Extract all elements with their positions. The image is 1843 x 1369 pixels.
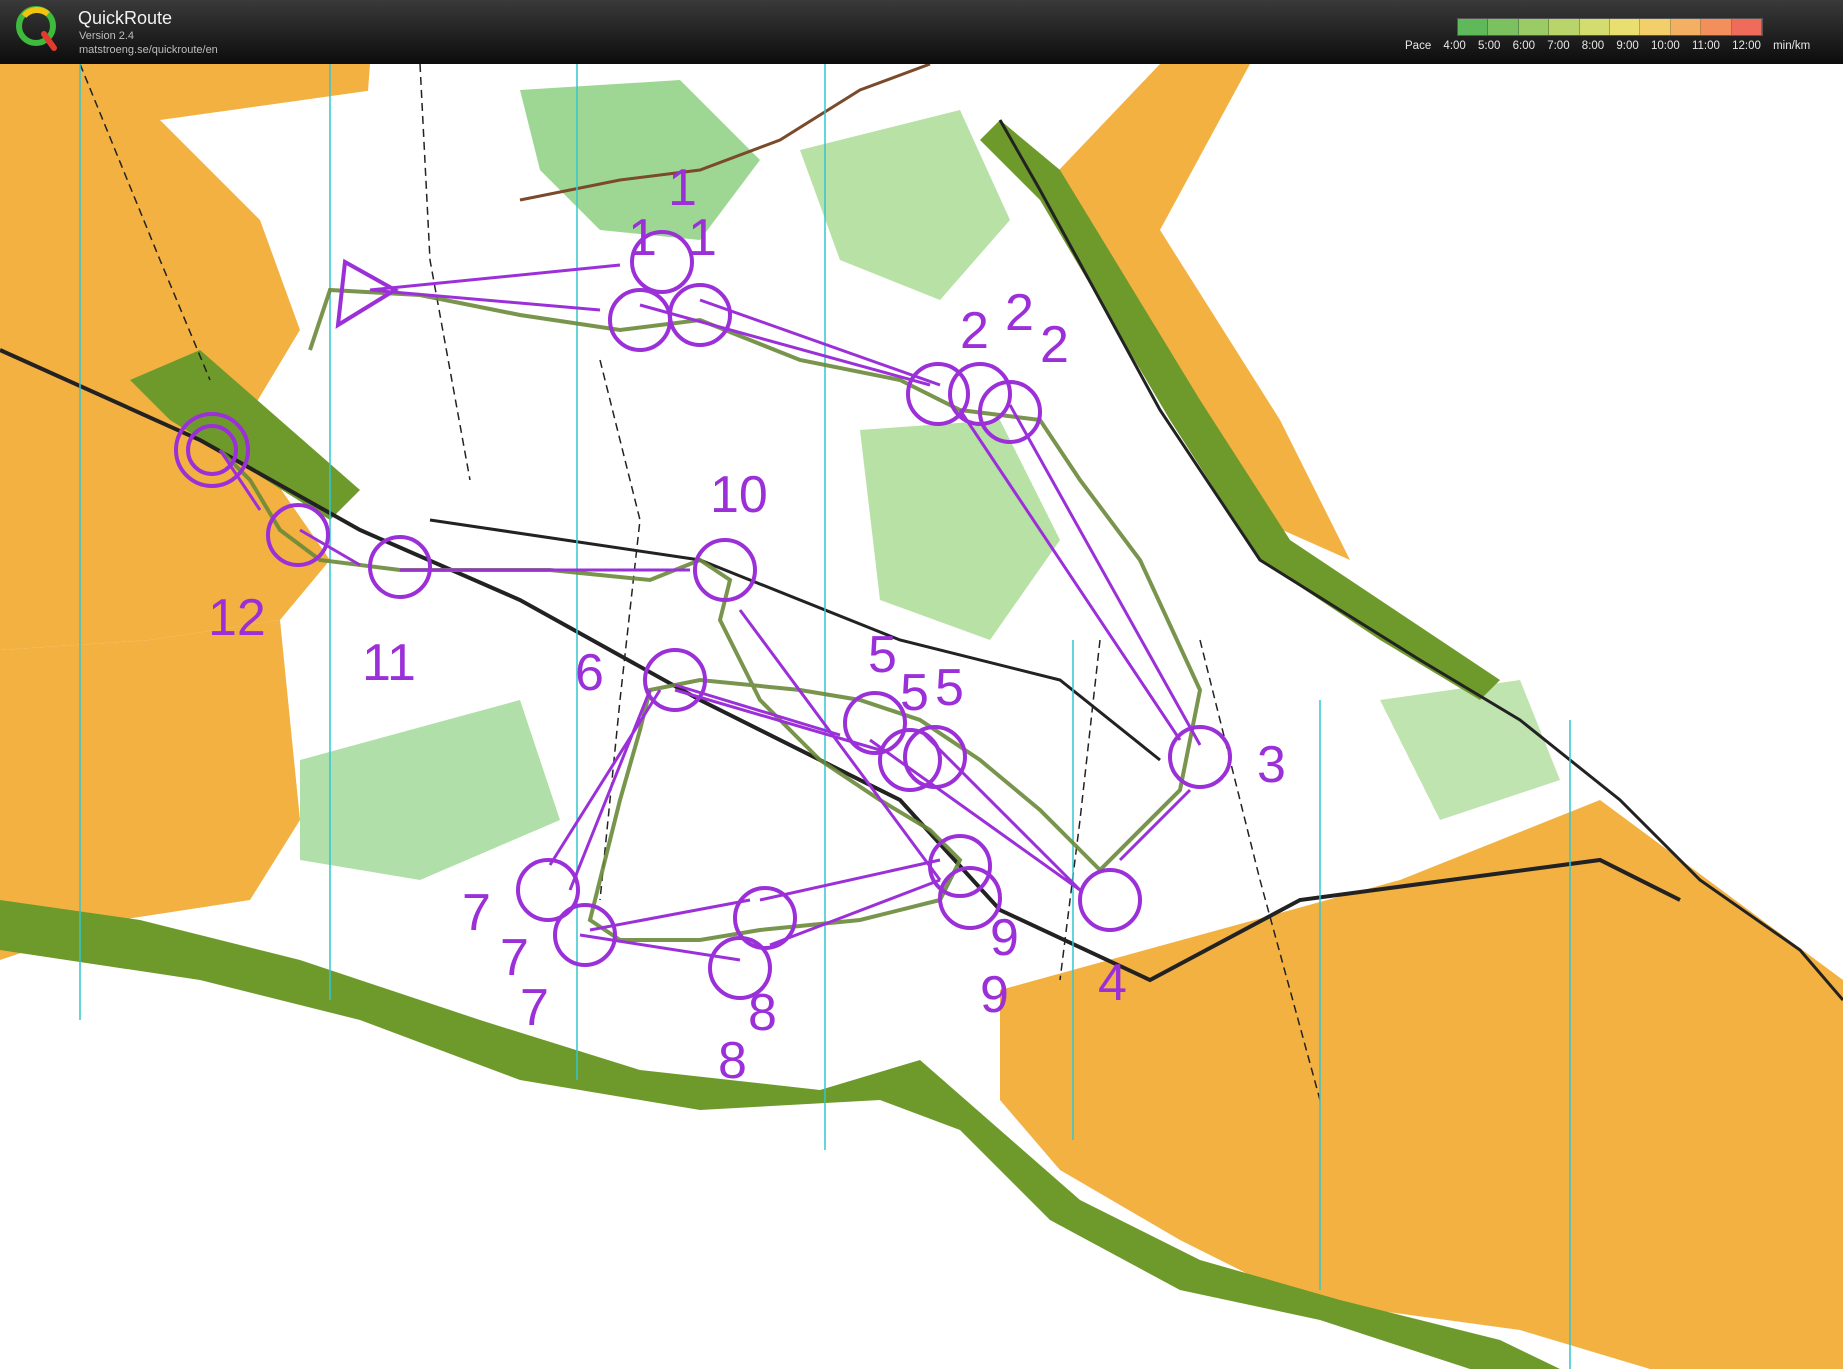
pace-color-swatch	[1610, 19, 1641, 35]
pace-color-swatch	[1731, 19, 1763, 35]
pace-color-swatch	[1488, 19, 1519, 35]
control-number: 10	[710, 466, 768, 524]
control-number: 1	[688, 209, 717, 267]
control-number: 5	[900, 664, 929, 722]
control-number: 2	[960, 302, 989, 360]
pace-color-swatch	[1670, 19, 1702, 35]
control-number: 5	[935, 659, 964, 717]
pace-tick: 4:00	[1443, 40, 1466, 52]
control-number: 1	[628, 209, 657, 267]
pace-tick: 9:00	[1616, 40, 1639, 52]
control-number: 7	[462, 884, 491, 942]
app-header: QuickRoute Version 2.4 matstroeng.se/qui…	[0, 0, 1843, 64]
control-number: 7	[520, 979, 549, 1037]
control-number: 8	[748, 984, 777, 1042]
map-canvas[interactable]: 1 1 1 2 2 2 3 4 5 5 5 6 7 7 7 8 8 9 9 10…	[0, 64, 1843, 1369]
pace-color-swatch	[1701, 19, 1732, 35]
pace-tick: 11:00	[1691, 40, 1720, 52]
pace-color-swatch	[1640, 19, 1671, 35]
control-number: 6	[575, 644, 604, 702]
control-number: 2	[1005, 284, 1034, 342]
orienteering-map[interactable]: 1 1 1 2 2 2 3 4 5 5 5 6 7 7 7 8 8 9 9 10…	[0, 64, 1843, 1369]
app-url[interactable]: matstroeng.se/quickroute/en	[79, 44, 218, 56]
pace-tick: 5:00	[1478, 40, 1501, 52]
control-number: 4	[1098, 954, 1127, 1012]
pace-scale-labels: Pace 4:00 5:00 6:00 7:00 8:00 9:00 10:00…	[1405, 40, 1819, 52]
app-version: Version 2.4	[79, 30, 135, 42]
control-number: 5	[868, 626, 897, 684]
pace-tick: 8:00	[1581, 40, 1605, 52]
pace-color-swatch	[1579, 19, 1611, 35]
control-number: 2	[1040, 316, 1069, 374]
control-number: 8	[718, 1032, 747, 1090]
pace-tick: 6:00	[1512, 40, 1535, 52]
pace-legend: Pace 4:00 5:00 6:00 7:00 8:00 9:00 10:00…	[1405, 14, 1835, 58]
control-number: 3	[1257, 736, 1286, 794]
pace-tick: 12:00	[1732, 40, 1761, 52]
app-title: QuickRoute	[78, 8, 173, 28]
pace-color-swatch	[1458, 19, 1489, 35]
pace-unit: min/km	[1773, 40, 1811, 52]
pace-tick: 7:00	[1547, 40, 1570, 52]
control-number: 12	[208, 589, 266, 647]
quickroute-logo-icon	[16, 6, 57, 51]
pace-color-scale	[1457, 18, 1763, 36]
control-number: 9	[980, 966, 1009, 1024]
control-number: 11	[362, 634, 416, 692]
pace-tick: 10:00	[1650, 40, 1680, 52]
control-number: 9	[990, 909, 1019, 967]
pace-color-swatch	[1518, 19, 1550, 35]
pace-label: Pace	[1405, 40, 1432, 52]
pace-color-swatch	[1549, 19, 1580, 35]
